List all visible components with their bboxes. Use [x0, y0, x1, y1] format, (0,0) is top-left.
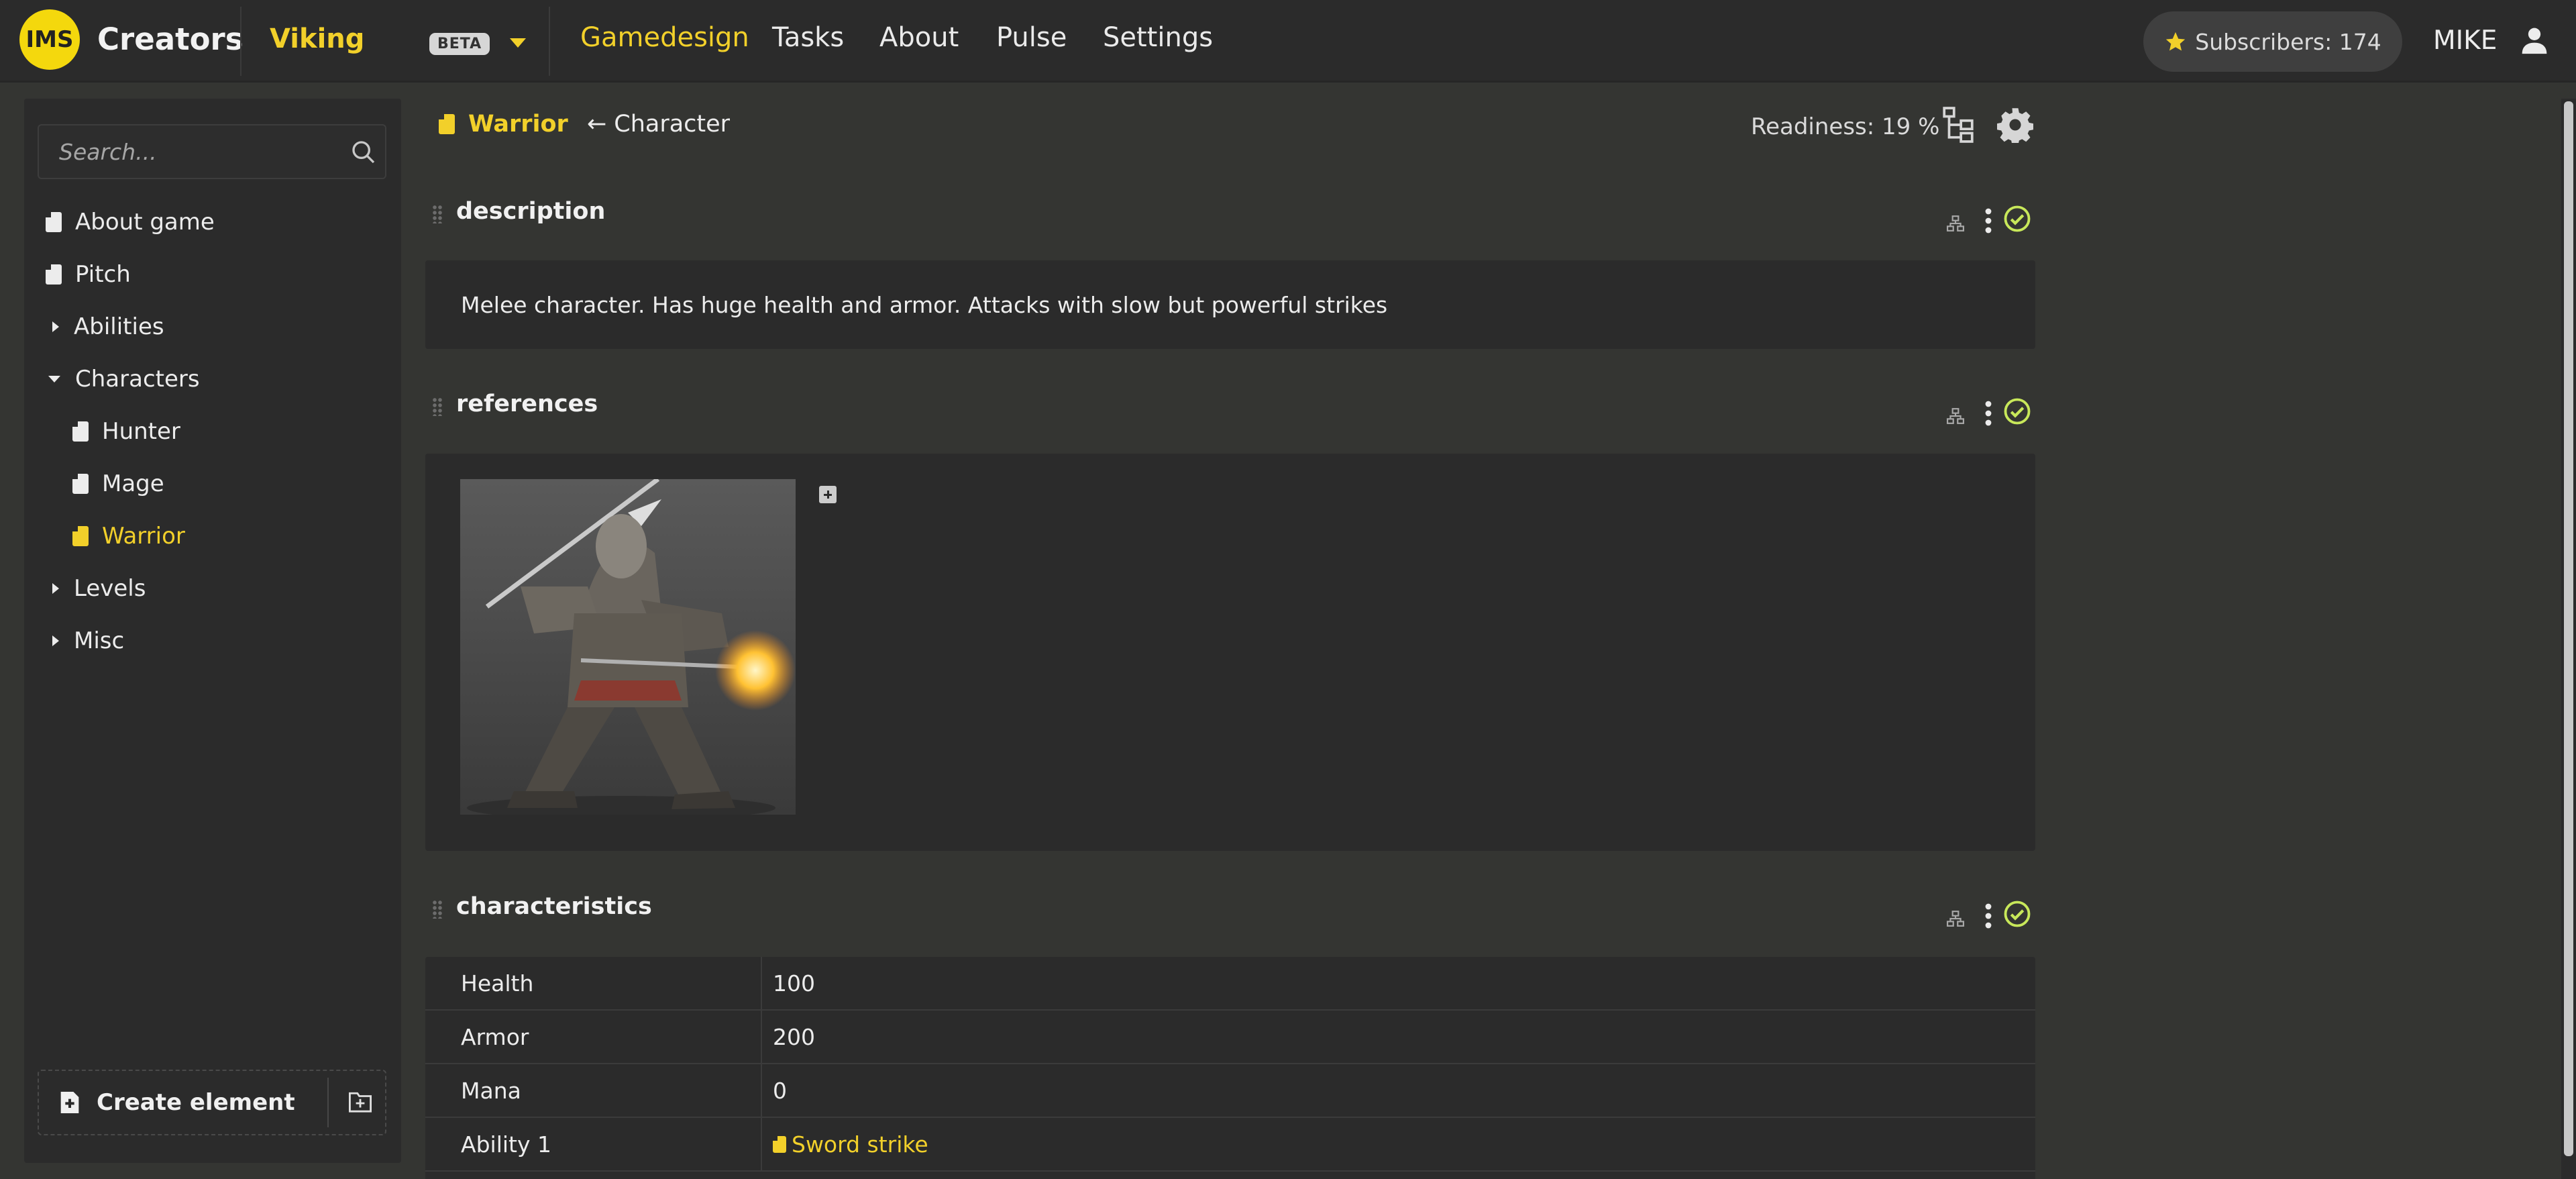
ability-link[interactable]: Sword strike [773, 1131, 928, 1158]
tree-item-pitch[interactable]: Pitch [46, 254, 131, 295]
document-icon [46, 212, 62, 232]
user-name[interactable]: MIKE [2433, 25, 2497, 56]
document-icon [46, 264, 62, 285]
search-box [38, 124, 386, 179]
description-text: Melee character. Has huge health and arm… [461, 292, 1388, 318]
row-value[interactable]: 0 [773, 1078, 787, 1104]
check-circle-icon[interactable] [2003, 202, 2031, 236]
add-folder-icon[interactable] [349, 1091, 372, 1113]
nav-pulse[interactable]: Pulse [996, 22, 1067, 53]
subscribers-count: Subscribers: 174 [2195, 28, 2381, 55]
create-element-button[interactable]: Create element [39, 1071, 327, 1134]
reference-image[interactable] [460, 479, 796, 815]
search-icon[interactable] [350, 139, 377, 166]
row-key: Health [461, 970, 534, 996]
column-divider [761, 1118, 762, 1172]
page-scrollbar[interactable] [2561, 99, 2576, 1179]
document-icon [439, 114, 455, 134]
scrollbar-thumb[interactable] [2564, 101, 2573, 1156]
row-value[interactable]: 100 [773, 970, 815, 996]
nav-tasks[interactable]: Tasks [772, 22, 844, 53]
create-bar: Create element [38, 1070, 386, 1135]
nav-about[interactable]: About [879, 22, 959, 53]
tree-item-levels[interactable]: Levels [50, 568, 146, 609]
drag-handle-icon[interactable] [432, 900, 443, 919]
add-document-icon [60, 1092, 79, 1113]
section-title: characteristics [456, 893, 652, 920]
project-name[interactable]: Viking [270, 23, 364, 54]
tree-link-icon[interactable] [1947, 902, 1964, 935]
row-value[interactable]: 200 [773, 1024, 815, 1050]
caret-right-icon[interactable] [52, 583, 59, 594]
app-logo[interactable]: IMS [19, 9, 80, 70]
tree-item-characters[interactable]: Characters [48, 359, 200, 399]
search-input[interactable] [39, 125, 321, 178]
tree-link-icon[interactable] [1947, 207, 1964, 240]
breadcrumb-parent-link[interactable]: ← Character [587, 111, 730, 138]
table-row[interactable]: Health 100 [425, 957, 2035, 1011]
check-circle-icon[interactable] [2003, 897, 2031, 931]
tree-item-misc[interactable]: Misc [50, 621, 124, 661]
more-options-icon[interactable] [1984, 204, 1992, 238]
caret-down-icon[interactable] [48, 376, 60, 382]
references-panel [425, 454, 2035, 851]
breadcrumb-current: Warrior [468, 111, 568, 138]
tree-item-warrior[interactable]: Warrior [72, 516, 185, 556]
beta-badge: BETA [429, 33, 490, 55]
user-icon[interactable] [2520, 25, 2549, 55]
brand-name[interactable]: Creators [97, 21, 244, 57]
divider [549, 7, 550, 76]
characteristics-table: Health 100 Armor 200 Mana 0 Ability 1 Sw… [425, 957, 2035, 1179]
section-title: references [456, 391, 598, 417]
section-header-description: description [432, 195, 2035, 236]
document-icon [72, 526, 89, 546]
document-icon [773, 1136, 786, 1153]
more-options-icon[interactable] [1984, 899, 1992, 933]
row-key: Ability 1 [461, 1131, 551, 1158]
check-circle-icon[interactable] [2003, 395, 2031, 428]
table-row[interactable]: Armor 200 [425, 1011, 2035, 1064]
column-divider [761, 957, 762, 1011]
breadcrumb: Warrior ← Character [439, 111, 730, 138]
caret-right-icon[interactable] [52, 635, 59, 646]
tree-item-abilities[interactable]: Abilities [50, 307, 164, 347]
readiness-indicator: Readiness: 19 % [1751, 113, 1940, 140]
top-bar: IMS Creators Viking BETA Gamedesign Task… [0, 0, 2576, 83]
caret-right-icon[interactable] [52, 321, 59, 332]
tree-item-hunter[interactable]: Hunter [72, 411, 180, 452]
hierarchy-icon[interactable] [1941, 107, 1975, 143]
table-row[interactable]: Mana 0 [425, 1064, 2035, 1118]
tree-item-about-game[interactable]: About game [46, 202, 215, 242]
row-key: Mana [461, 1078, 521, 1104]
divider [240, 7, 241, 76]
sidebar: About game Pitch Abilities Characters Hu… [24, 99, 401, 1163]
nav-gamedesign[interactable]: Gamedesign [580, 22, 749, 53]
document-icon [72, 474, 89, 494]
project-dropdown-icon[interactable] [510, 38, 526, 48]
section-header-references: references [432, 388, 2035, 428]
column-divider [761, 1064, 762, 1118]
drag-handle-icon[interactable] [432, 205, 443, 223]
table-row[interactable]: Ability 1 Sword strike [425, 1118, 2035, 1172]
settings-gear-icon[interactable] [1997, 107, 2033, 143]
column-divider [761, 1011, 762, 1064]
section-header-characteristics: characteristics [432, 890, 2035, 931]
subscribers-button[interactable]: Subscribers: 174 [2143, 11, 2402, 72]
star-icon [2166, 32, 2186, 51]
nav-settings[interactable]: Settings [1103, 22, 1213, 53]
more-options-icon[interactable] [1984, 397, 1992, 430]
drag-handle-icon[interactable] [432, 397, 443, 416]
divider [327, 1078, 329, 1127]
section-title: description [456, 198, 606, 225]
tree-link-icon[interactable] [1947, 399, 1964, 433]
document-icon [72, 421, 89, 442]
tree-item-mage[interactable]: Mage [72, 464, 164, 504]
add-reference-button[interactable] [819, 486, 837, 503]
row-key: Armor [461, 1024, 529, 1050]
description-panel[interactable]: Melee character. Has huge health and arm… [425, 260, 2035, 349]
